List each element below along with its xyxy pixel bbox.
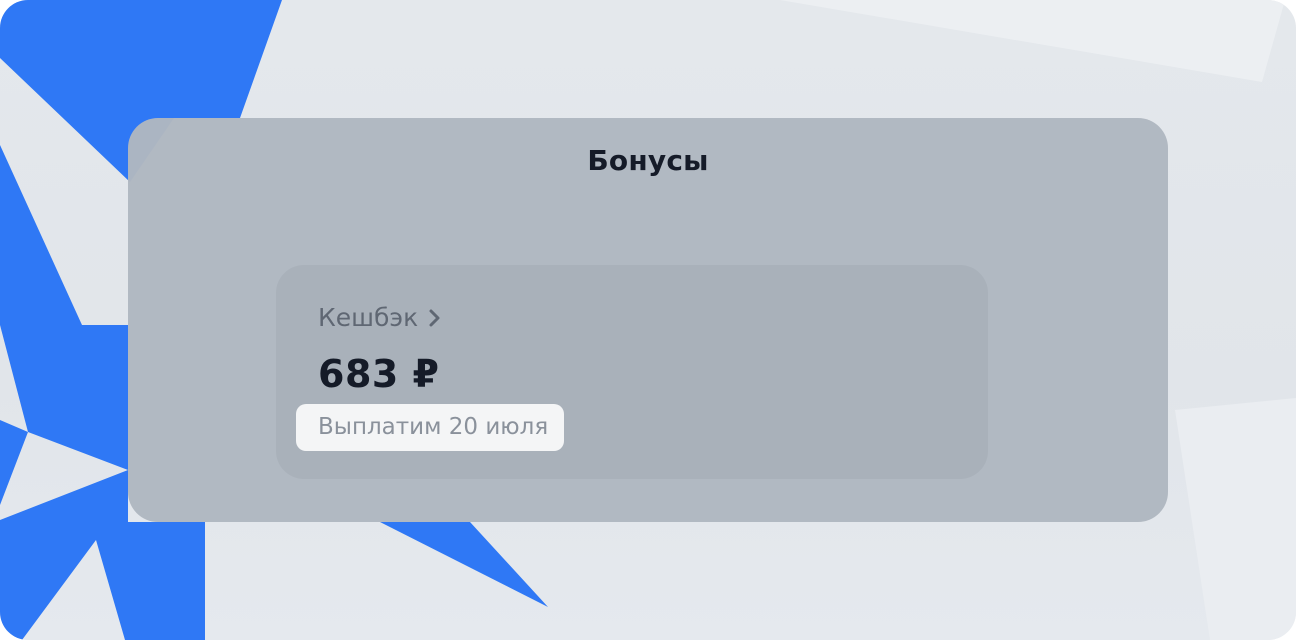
blue-star-ray-lower-left xyxy=(0,420,28,505)
cashback-link[interactable]: Кешбэк xyxy=(318,300,444,336)
screen-frame: Бонусы Кешбэк 683 ₽ Выплатим 20 июля xyxy=(0,0,1296,640)
background-facet-right xyxy=(1175,398,1296,640)
chevron-right-icon xyxy=(426,308,444,328)
payout-date-badge: Выплатим 20 июля xyxy=(296,404,565,451)
cashback-label: Кешбэк xyxy=(318,303,419,332)
blue-star-ray-right xyxy=(380,522,548,607)
blue-star-ray-left xyxy=(0,145,82,325)
payout-date-text: Выплатим 20 июля xyxy=(318,414,549,440)
background-facet-top xyxy=(780,0,1285,82)
cashback-amount: 683 ₽ xyxy=(318,352,440,396)
panel-title: Бонусы xyxy=(587,144,709,177)
